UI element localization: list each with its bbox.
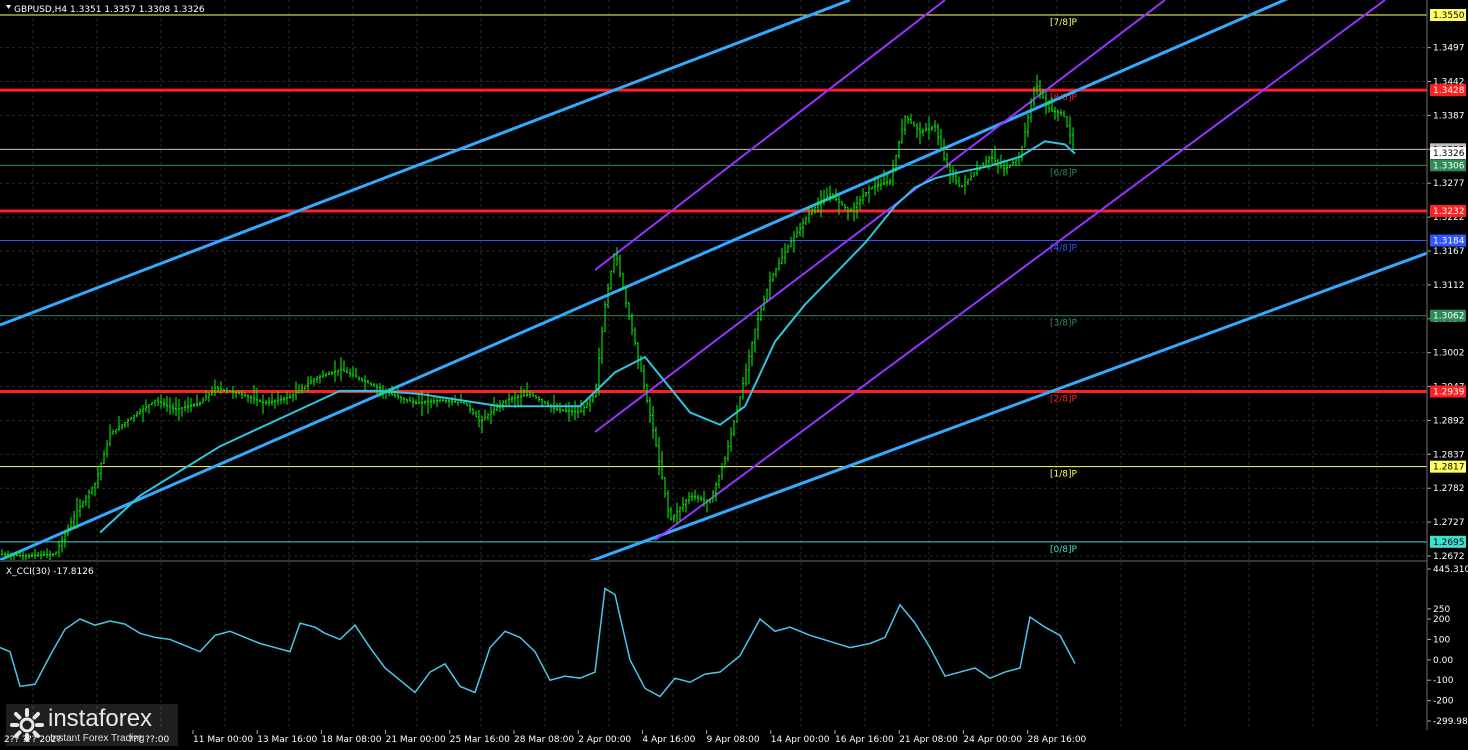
channel-line — [0, 0, 1289, 560]
main-grid — [0, 0, 1427, 560]
price-tick-label: 1.3002 — [1433, 349, 1465, 359]
level-label: [3/8]P — [1050, 319, 1078, 329]
channel-line — [654, 0, 1386, 541]
trend-channels — [0, 0, 1427, 560]
price-tick-label: 1.3497 — [1433, 44, 1465, 54]
time-tick-label: 18 Mar 08:00 — [321, 735, 381, 745]
time-tick-label: 28 Apr 16:00 — [1028, 735, 1087, 745]
watermark-logo: instaforex Instant Forex Trading — [6, 704, 178, 746]
level-label: [7/8]P — [1050, 18, 1078, 28]
chart-canvas: [7/8]P[8/8]P[6/8]P[4/8]P[3/8]P[2/8]P[1/8… — [0, 0, 1468, 745]
level-label: [2/8]P — [1050, 394, 1078, 404]
level-label: [0/8]P — [1050, 545, 1078, 555]
cci-tick-label: 200 — [1433, 615, 1450, 625]
cci-tick-label: 100 — [1433, 635, 1450, 645]
level-price-tag-text: 1.3062 — [1433, 312, 1465, 322]
channel-line — [589, 251, 1427, 560]
level-price-tag-text: 1.2695 — [1433, 538, 1465, 548]
level-price-tag-text: 1.2817 — [1433, 463, 1465, 473]
time-tick-label: 2 Apr 00:00 — [578, 735, 631, 745]
cci-tick-label: -100 — [1433, 676, 1454, 686]
level-price-tag-text: 1.3232 — [1433, 207, 1465, 217]
watermark-brand: instaforex — [48, 705, 153, 732]
level-label: [1/8]P — [1050, 470, 1078, 480]
price-axis: 1.34971.34421.33871.33321.32771.32221.31… — [1427, 9, 1466, 562]
time-tick-label: 21 Apr 08:00 — [899, 735, 958, 745]
price-tick-label: 1.2782 — [1433, 484, 1465, 494]
cci-tick-label: 445.3108 — [1433, 565, 1468, 575]
price-tick-label: 1.2892 — [1433, 416, 1465, 426]
time-tick-label: 14 Apr 00:00 — [771, 735, 830, 745]
time-tick-label: 4 Apr 16:00 — [642, 735, 695, 745]
level-price-tag-text: 1.3306 — [1433, 161, 1465, 171]
cci-axis: 445.3108 250200 100 0.00 -100 -200 -299.982 — [1427, 565, 1468, 727]
current-price-tag-text: 1.3326 — [1433, 149, 1465, 159]
price-tick-label: 1.2672 — [1433, 552, 1465, 562]
collapse-icon[interactable] — [6, 5, 11, 9]
instaforex-logo-icon — [10, 708, 44, 742]
time-tick-label: 21 Mar 00:00 — [386, 735, 446, 745]
price-tick-label: 1.3167 — [1433, 247, 1465, 257]
symbol-header: GBPUSD,H4 1.3351 1.3357 1.3308 1.3326 — [14, 5, 205, 15]
price-tick-label: 1.3112 — [1433, 281, 1465, 291]
price-tick-label: 1.3387 — [1433, 111, 1465, 121]
cci-tick-label: 250 — [1433, 605, 1450, 615]
time-tick-label: 11 Mar 00:00 — [193, 735, 253, 745]
level-price-tag-text: 1.3550 — [1433, 11, 1465, 21]
time-tick-label: 13 Mar 16:00 — [257, 735, 317, 745]
price-tick-label: 1.2837 — [1433, 450, 1465, 460]
level-price-tag-text: 1.3428 — [1433, 86, 1465, 96]
time-tick-label: 25 Mar 16:00 — [450, 735, 510, 745]
level-label: [6/8]P — [1050, 168, 1078, 178]
level-price-tag-text: 1.2939 — [1433, 387, 1465, 397]
price-tick-label: 1.3277 — [1433, 179, 1465, 189]
channel-line — [594, 0, 946, 271]
watermark-tagline: Instant Forex Trading — [50, 733, 145, 744]
level-price-tag-text: 1.3184 — [1433, 237, 1465, 247]
cci-tick-label: -299.982 — [1433, 717, 1468, 727]
cci-tick-label: -200 — [1433, 697, 1454, 707]
time-tick-label: 28 Mar 08:00 — [514, 735, 574, 745]
price-tick-label: 1.2727 — [1433, 518, 1465, 528]
cci-tick-label: 0.00 — [1433, 656, 1453, 666]
time-tick-label: 9 Apr 08:00 — [707, 735, 760, 745]
cci-grid — [32, 562, 1378, 730]
indicator-header: X_CCI(30) -17.8126 — [6, 567, 94, 577]
time-tick-label: 16 Apr 16:00 — [835, 735, 894, 745]
channel-line — [0, 0, 851, 327]
time-tick-label: 24 Apr 00:00 — [963, 735, 1022, 745]
